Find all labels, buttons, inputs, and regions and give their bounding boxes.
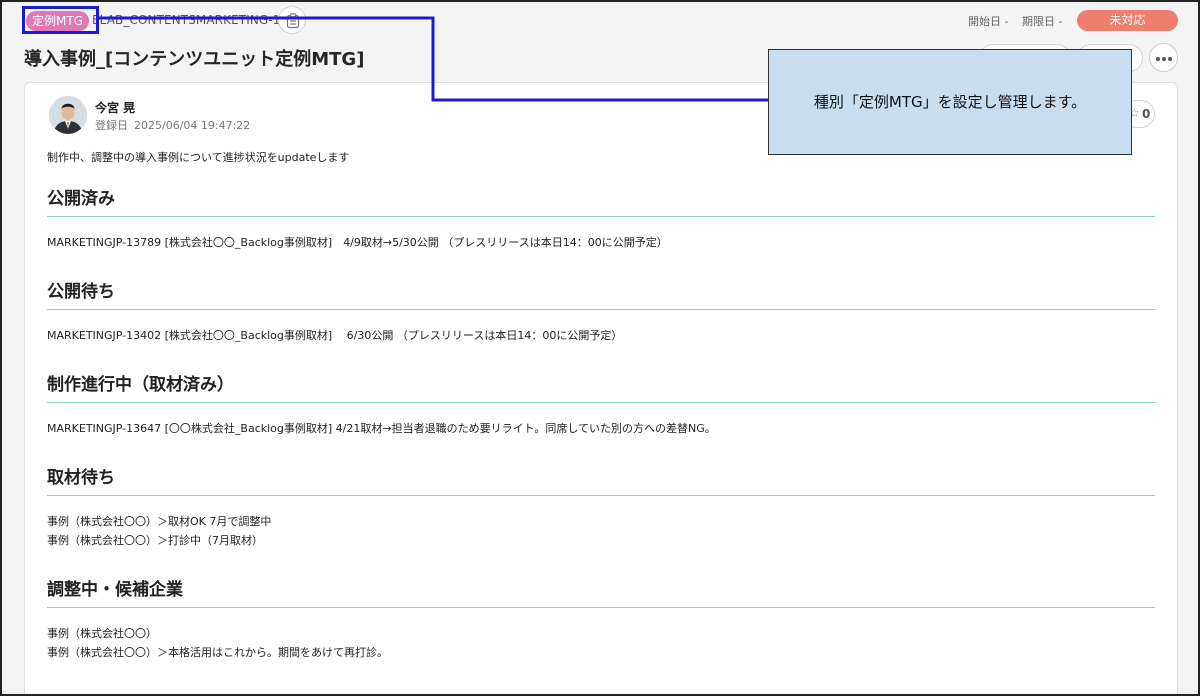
section-heading: 取材待ち (47, 466, 1155, 496)
copy-key-button[interactable] (278, 6, 306, 34)
avatar[interactable] (49, 96, 87, 134)
user-photo-icon (49, 96, 87, 134)
section-heading: 制作進行中（取材済み） (47, 373, 1155, 403)
section-awaiting-interview: 取材待ち 事例（株式会社〇〇）＞取材OK 7月で調整中 事例（株式会社〇〇）＞打… (47, 466, 1155, 550)
created-at: 登録日 2025/06/04 19:47:22 (95, 117, 250, 133)
section-heading: 公開待ち (47, 280, 1155, 310)
due-date: 期限日 - (1021, 15, 1063, 28)
issue-key: ELAB_CONTENTSMARKETING-11 (92, 13, 289, 27)
star-count: 0 (1142, 107, 1151, 121)
issue-dates: 開始日 - 期限日 - (968, 13, 1072, 29)
start-date: 開始日 - (968, 15, 1009, 28)
section-heading: 公開済み (47, 187, 1155, 217)
more-menu-button[interactable] (1149, 43, 1178, 72)
comment-author[interactable]: 今宮 晃 (95, 99, 135, 116)
description-intro: 制作中、調整中の導入事例について進捗状況をupdateします (47, 151, 350, 164)
section-line: 事例（株式会社〇〇）＞本格活用はこれから。期間をあけて再打診。 (47, 646, 388, 659)
section-awaiting-publish: 公開待ち MARKETINGJP-13402 [株式会社〇〇_Backlog事例… (47, 280, 1155, 345)
section-line: MARKETINGJP-13789 [株式会社〇〇_Backlog事例取材] 4… (47, 236, 668, 249)
section-heading: 調整中・候補企業 (47, 578, 1155, 608)
section-line: 事例（株式会社〇〇） (47, 627, 157, 640)
section-line: 事例（株式会社〇〇）＞取材OK 7月で調整中 (47, 515, 272, 528)
highlight-box (22, 6, 99, 34)
annotation-callout: 種別「定例MTG」を設定し管理します。 (768, 49, 1132, 155)
issue-description-card: 今宮 晃 登録日 2025/06/04 19:47:22 ☆ 0 制作中、調整中の… (24, 82, 1178, 694)
status-badge[interactable]: 未対応 (1077, 10, 1178, 31)
page-title: 導入事例_[コンテンツユニット定例MTG] (24, 49, 365, 70)
section-published: 公開済み MARKETINGJP-13789 [株式会社〇〇_Backlog事例… (47, 187, 1155, 252)
issue-detail-screen: 定例MTG ELAB_CONTENTSMARKETING-11 開始日 - 期限… (0, 0, 1200, 696)
section-line: 事例（株式会社〇〇）＞打診中（7月取材） (47, 534, 263, 547)
more-dots-icon (1156, 57, 1160, 61)
section-candidates: 調整中・候補企業 事例（株式会社〇〇） 事例（株式会社〇〇）＞本格活用はこれから… (47, 578, 1155, 662)
section-in-production: 制作進行中（取材済み） MARKETINGJP-13647 [〇〇株式会社_Ba… (47, 373, 1155, 438)
section-line: MARKETINGJP-13647 [〇〇株式会社_Backlog事例取材] 4… (47, 422, 716, 435)
section-line: MARKETINGJP-13402 [株式会社〇〇_Backlog事例取材] 6… (47, 329, 623, 342)
clipboard-icon (286, 13, 300, 29)
created-datetime: 2025/06/04 19:47:22 (134, 119, 251, 132)
created-label: 登録日 (95, 119, 128, 132)
issue-header-bar: 定例MTG ELAB_CONTENTSMARKETING-11 開始日 - 期限… (2, 2, 1198, 40)
